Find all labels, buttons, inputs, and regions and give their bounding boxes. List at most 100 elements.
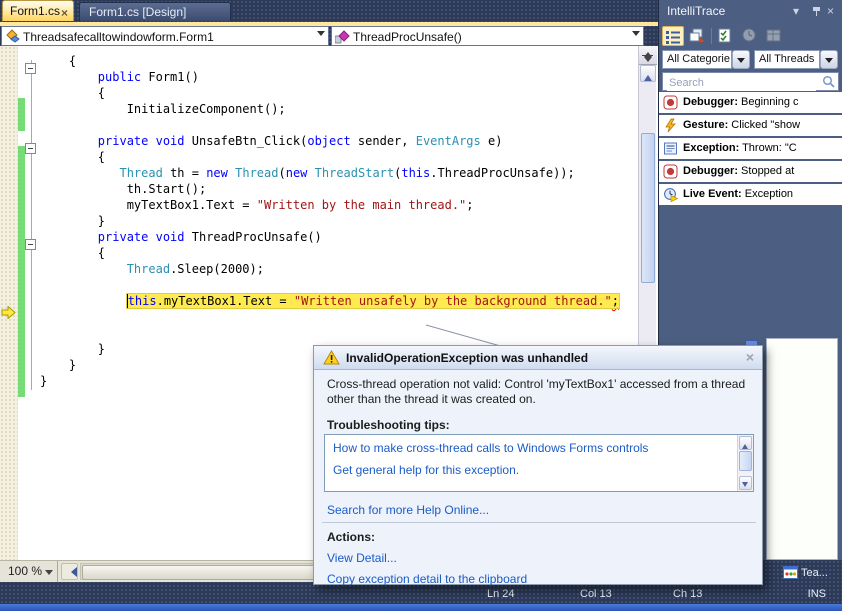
scroll-up-button[interactable] bbox=[640, 65, 656, 82]
categories-filter-value[interactable]: All Categorie bbox=[662, 50, 732, 69]
code-token: ThreadProcUnsafe() bbox=[185, 230, 322, 244]
break-all-button bbox=[739, 26, 761, 46]
code-line[interactable]: private void ThreadProcUnsafe() bbox=[0, 229, 638, 245]
tab-label: Form1.cs [Design] bbox=[89, 5, 186, 19]
split-window-handle[interactable] bbox=[639, 46, 657, 65]
code-line[interactable]: } bbox=[0, 213, 638, 229]
status-bar-accent bbox=[0, 604, 842, 611]
code-line[interactable]: this.myTextBox1.Text = "Written unsafely… bbox=[0, 293, 638, 309]
code-line[interactable]: { bbox=[0, 149, 638, 165]
code-token bbox=[40, 70, 98, 84]
code-token: UnsafeBtn_Click( bbox=[185, 134, 308, 148]
intellitrace-search-box[interactable] bbox=[662, 72, 839, 91]
event-text: Live Event: Exception bbox=[683, 188, 793, 200]
team-explorer-label[interactable]: Tea... bbox=[801, 567, 828, 579]
search-input[interactable] bbox=[667, 74, 816, 91]
tab-form1-cs[interactable]: Form1.cs × bbox=[2, 0, 74, 21]
code-token: public bbox=[98, 70, 141, 84]
intellitrace-event-row[interactable]: Exception: Thrown: "C bbox=[659, 138, 842, 159]
window-menu-chevron-icon[interactable]: ▾ bbox=[793, 4, 799, 18]
code-token: Thread bbox=[127, 262, 170, 276]
code-line[interactable]: th.Start(); bbox=[0, 181, 638, 197]
code-line[interactable]: { bbox=[0, 85, 638, 101]
status-insert-mode: INS bbox=[808, 588, 826, 600]
code-token: void bbox=[156, 134, 185, 148]
popup-divider bbox=[322, 522, 756, 523]
code-token: { bbox=[40, 54, 76, 68]
scroll-down-button[interactable] bbox=[739, 476, 752, 490]
search-help-online-link[interactable]: Search for more Help Online... bbox=[327, 503, 489, 517]
code-token: "Written by the main thread." bbox=[257, 198, 467, 212]
tab-form1-cs-design[interactable]: Form1.cs [Design] bbox=[79, 2, 231, 21]
event-text: Exception: Thrown: "C bbox=[683, 142, 797, 154]
threads-filter-value[interactable]: All Threads bbox=[754, 50, 820, 69]
categories-filter-dropdown[interactable] bbox=[732, 50, 750, 69]
tab-close-icon[interactable]: × bbox=[61, 3, 68, 23]
vertical-scroll-thumb[interactable] bbox=[641, 133, 655, 283]
scroll-left-button[interactable] bbox=[61, 563, 78, 580]
code-line[interactable] bbox=[0, 277, 638, 293]
intellitrace-event-row[interactable]: Gesture: Clicked "show bbox=[659, 115, 842, 136]
code-token: private bbox=[98, 134, 149, 148]
chevron-down-icon[interactable] bbox=[317, 31, 325, 40]
code-line[interactable] bbox=[0, 309, 638, 325]
code-line[interactable]: Thread th = new Thread(new ThreadStart(t… bbox=[0, 165, 638, 181]
code-token: th = bbox=[163, 166, 206, 180]
event-text: Gesture: Clicked "show bbox=[683, 119, 800, 131]
pin-icon[interactable] bbox=[813, 7, 820, 11]
switch-views-button[interactable] bbox=[686, 26, 708, 46]
intellitrace-event-row[interactable]: Live Event: Exception bbox=[659, 184, 842, 205]
tips-scrollbar[interactable] bbox=[737, 435, 753, 491]
panel-title-bar[interactable]: IntelliTrace ▾ × bbox=[659, 0, 842, 22]
exception-assistant-popup: InvalidOperationException was unhandled … bbox=[313, 345, 763, 585]
code-line[interactable]: Thread.Sleep(2000); bbox=[0, 261, 638, 277]
status-line: Ln 24 bbox=[487, 588, 515, 600]
scroll-thumb[interactable] bbox=[739, 451, 752, 471]
popup-header[interactable]: InvalidOperationException was unhandled … bbox=[314, 346, 762, 370]
code-token: th.Start(); bbox=[40, 182, 206, 196]
zoom-control[interactable]: 100 % bbox=[0, 561, 58, 582]
intellitrace-event-row[interactable]: Debugger: Beginning c bbox=[659, 92, 842, 113]
view-detail-link[interactable]: View Detail... bbox=[327, 551, 397, 565]
tips-listbox[interactable]: How to make cross-thread calls to Window… bbox=[324, 434, 754, 492]
scroll-up-button[interactable] bbox=[739, 436, 752, 450]
code-line[interactable]: { bbox=[0, 53, 638, 69]
threads-filter-dropdown[interactable] bbox=[820, 50, 838, 69]
event-list: Debugger: Beginning c Gesture: Clicked "s… bbox=[659, 92, 842, 207]
intellitrace-event-row[interactable]: Debugger: Stopped at bbox=[659, 161, 842, 182]
code-token: InitializeComponent(); bbox=[40, 102, 286, 116]
horizontal-scroll-thumb[interactable] bbox=[82, 565, 320, 580]
troubleshooting-tip-link[interactable]: How to make cross-thread calls to Window… bbox=[333, 440, 753, 457]
code-token bbox=[307, 166, 314, 180]
code-line[interactable] bbox=[0, 325, 638, 341]
code-line[interactable]: { bbox=[0, 245, 638, 261]
code-token: { bbox=[40, 150, 105, 164]
status-column: Col 13 bbox=[580, 588, 612, 600]
search-icon[interactable] bbox=[822, 75, 835, 93]
chevron-down-icon[interactable] bbox=[632, 31, 640, 40]
collect-settings-button[interactable] bbox=[715, 26, 737, 46]
method-navigation-combo[interactable]: ThreadProcUnsafe() bbox=[331, 26, 644, 46]
toolbar-separator bbox=[711, 28, 712, 44]
events-view-button[interactable] bbox=[662, 26, 684, 46]
code-line[interactable]: public Form1() bbox=[0, 69, 638, 85]
copy-exception-link[interactable]: Copy exception detail to the clipboard bbox=[327, 572, 527, 586]
code-token: .ThreadProcUnsafe)); bbox=[430, 166, 575, 180]
code-token: ; bbox=[466, 198, 473, 212]
status-character: Ch 13 bbox=[673, 588, 702, 600]
class-navigation-combo[interactable]: Threadsafecalltowindowform.Form1 bbox=[1, 26, 329, 46]
team-explorer-icon[interactable] bbox=[783, 566, 798, 584]
close-icon[interactable]: × bbox=[746, 349, 754, 365]
troubleshooting-tip-link[interactable]: Get general help for this exception. bbox=[333, 462, 753, 479]
code-token: } bbox=[40, 342, 105, 356]
code-line[interactable]: myTextBox1.Text = "Written by the main t… bbox=[0, 197, 638, 213]
code-token: } bbox=[40, 214, 105, 228]
code-line[interactable] bbox=[0, 117, 638, 133]
popup-title: InvalidOperationException was unhandled bbox=[346, 351, 588, 365]
code-line[interactable]: private void UnsafeBtn_Click(object send… bbox=[0, 133, 638, 149]
chevron-down-icon[interactable] bbox=[45, 570, 53, 579]
close-icon[interactable]: × bbox=[827, 4, 834, 18]
code-text-area[interactable]: { public Form1() { InitializeComponent()… bbox=[0, 53, 638, 389]
code-line[interactable]: InitializeComponent(); bbox=[0, 101, 638, 117]
class-icon bbox=[5, 29, 20, 44]
